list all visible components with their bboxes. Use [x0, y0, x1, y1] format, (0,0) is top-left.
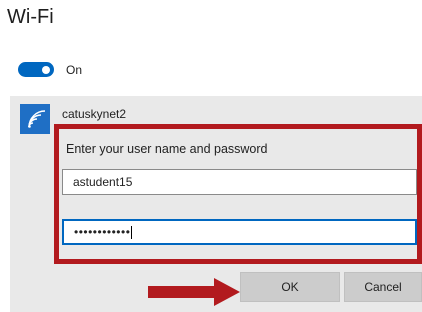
wifi-settings-screen: Wi-Fi On catuskynet2 Enter your user nam…: [0, 0, 422, 312]
network-name: catuskynet2: [62, 107, 127, 121]
ok-button[interactable]: OK: [240, 272, 340, 302]
toggle-knob: [42, 65, 50, 74]
arrow-right-icon: [148, 278, 240, 306]
wifi-toggle-row: On: [18, 62, 82, 77]
wifi-signal-icon: [20, 104, 50, 134]
page-title: Wi-Fi: [7, 6, 54, 28]
cancel-button[interactable]: Cancel: [344, 272, 422, 302]
wifi-toggle[interactable]: [18, 62, 54, 77]
wifi-toggle-label: On: [66, 62, 83, 77]
annotation-highlight-box: [54, 124, 422, 264]
